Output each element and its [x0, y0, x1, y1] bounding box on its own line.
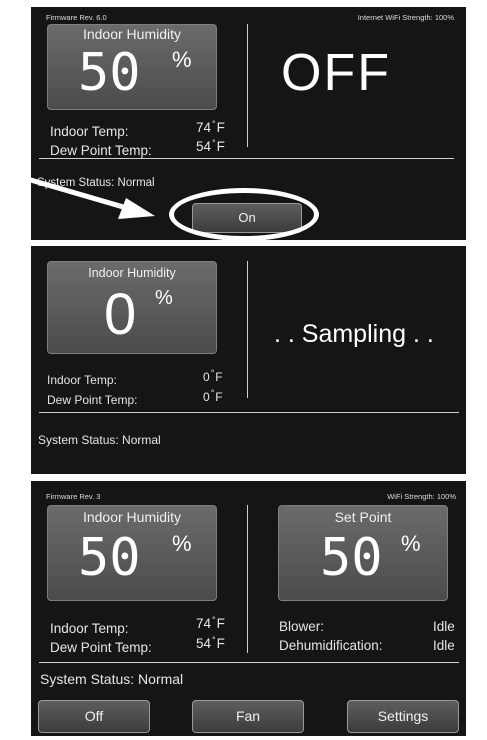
percent-sign: %	[172, 531, 192, 556]
system-status-label: System Status:	[38, 433, 119, 447]
indoor-humidity-title: Indoor Humidity	[88, 266, 176, 280]
percent-sign: %	[401, 531, 421, 556]
divider-vertical	[247, 505, 248, 653]
thermostat-screen-running: Firmware Rev. 3 WiFi Strength: 100% Indo…	[31, 481, 466, 736]
dehumidification-value: Idle	[433, 638, 455, 653]
indoor-temp-value: 0	[203, 370, 210, 384]
system-status-label: System Status:	[40, 671, 135, 687]
dew-point-value: 54	[196, 636, 212, 651]
temp-unit: F	[215, 370, 223, 384]
divider-vertical	[247, 261, 248, 398]
thermostat-screen-sampling: Indoor Humidity 0 % . . Sampling . . Ind…	[31, 246, 466, 474]
fan-button[interactable]: Fan	[192, 700, 304, 733]
dew-point-label: Dew Point Temp:	[50, 640, 152, 655]
indoor-temp-reading: 0°F	[203, 368, 223, 384]
indoor-temp-value: 74	[196, 616, 212, 631]
sampling-status: . . Sampling . .	[274, 320, 434, 348]
blower-label: Blower:	[279, 619, 325, 634]
set-point-title: Set Point	[334, 509, 392, 525]
indoor-humidity-value: 50	[78, 528, 141, 588]
indoor-humidity-title: Indoor Humidity	[82, 509, 182, 525]
percent-sign: %	[155, 287, 173, 309]
system-status: System Status: Normal	[38, 433, 161, 447]
dew-point-reading: 54°F	[196, 635, 225, 651]
dehumidification-label: Dehumidification:	[279, 638, 383, 653]
degree-symbol: °	[210, 368, 215, 378]
system-status-value: Normal	[122, 433, 161, 447]
wifi-strength: WiFi Strength: 100%	[387, 492, 456, 501]
system-status: System Status: Normal	[40, 671, 183, 687]
degree-symbol: °	[212, 615, 216, 625]
indoor-humidity-box: Indoor Humidity 50 %	[47, 505, 217, 601]
set-point-box[interactable]: Set Point 50 %	[278, 505, 448, 601]
blower-value: Idle	[433, 619, 455, 634]
off-button[interactable]: Off	[38, 700, 150, 733]
indoor-humidity-value: 0	[104, 282, 137, 347]
divider-horizontal	[39, 412, 459, 413]
indoor-temp-label: Indoor Temp:	[47, 373, 117, 387]
dew-point-label: Dew Point Temp:	[47, 393, 138, 407]
dew-point-reading: 0°F	[203, 388, 223, 404]
temp-unit: F	[216, 636, 225, 651]
temp-unit: F	[216, 616, 225, 631]
degree-symbol: °	[210, 388, 215, 398]
dew-point-value: 0	[203, 390, 210, 404]
system-status-value: Normal	[138, 671, 184, 687]
temp-unit: F	[215, 390, 223, 404]
indoor-temp-reading: 74°F	[196, 615, 225, 631]
indoor-temp-label: Indoor Temp:	[50, 621, 129, 636]
degree-symbol: °	[212, 635, 216, 645]
divider-horizontal	[39, 662, 459, 663]
set-point-value: 50	[320, 528, 383, 588]
firmware-label: Firmware Rev. 3	[46, 492, 101, 501]
settings-button[interactable]: Settings	[347, 700, 459, 733]
indoor-humidity-box: Indoor Humidity 0 %	[47, 261, 217, 354]
